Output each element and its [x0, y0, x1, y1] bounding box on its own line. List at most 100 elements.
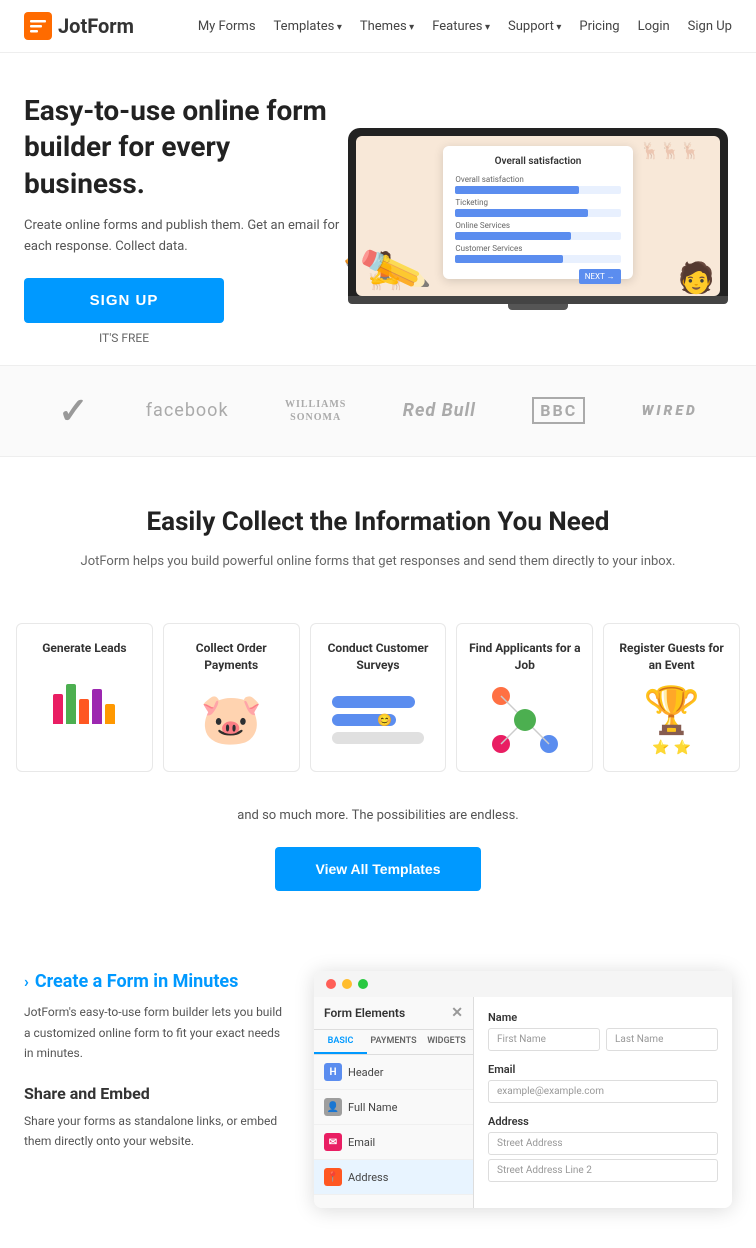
fb-dot-green [358, 979, 368, 989]
nav-login[interactable]: Login [638, 19, 670, 34]
nav-support[interactable]: Support [508, 19, 561, 34]
info-section: Easily Collect the Information You Need … [0, 457, 756, 603]
create-form-desc: JotForm's easy-to-use form builder lets … [24, 1002, 284, 1063]
card-title-guests: Register Guests for an Event [614, 640, 729, 674]
nav-signup[interactable]: Sign Up [688, 19, 732, 34]
card-img-guests: 🏆 ⭐ ⭐ [614, 685, 729, 755]
fb-field-email: Email example@example.com [488, 1063, 718, 1103]
fb-tab-basic[interactable]: BASIC [314, 1030, 367, 1054]
more-text: and so much more. The possibilities are … [0, 792, 756, 839]
fb-item-header[interactable]: H Header [314, 1055, 473, 1090]
navbar: JotForm My Forms Templates Themes Featur… [0, 0, 756, 53]
brands-section: ✓ facebook WILLIAMSSONOMA Red Bull BBC W… [0, 365, 756, 457]
survey-row-4-label: Customer Services [455, 244, 620, 253]
fb-item-header-icon: H [324, 1063, 342, 1081]
nav-pricing[interactable]: Pricing [579, 19, 619, 34]
brand-wired: WIRED [642, 403, 698, 419]
hero-subtext: Create online forms and publish them. Ge… [24, 216, 344, 258]
form-builder-mockup: Form Elements ✕ BASIC PAYMENTS WIDGETS H… [314, 971, 732, 1208]
fb-main-area: Name First Name Last Name Email example@… [474, 997, 732, 1208]
hero-right: 📊 🔴 🥧 🦌🦌🦌 🦌🦌 Overall satisfaction Overal… [344, 128, 732, 310]
card-title-applicants: Find Applicants for a Job [467, 640, 582, 674]
fb-input-email[interactable]: example@example.com [488, 1080, 718, 1103]
share-embed-heading: Share and Embed [24, 1084, 284, 1103]
its-free-label: IT'S FREE [24, 331, 224, 345]
card-title-surveys: Conduct Customer Surveys [321, 640, 436, 674]
bottom-section: › Create a Form in Minutes JotForm's eas… [0, 931, 756, 1248]
person-standing-icon: 🧑 [678, 261, 715, 296]
fb-item-fullname[interactable]: 👤 Full Name [314, 1090, 473, 1125]
brand-redbull: Red Bull [403, 400, 476, 421]
info-subtext: JotForm helps you build powerful online … [40, 551, 716, 573]
fb-titlebar [314, 971, 732, 997]
fb-label-email: Email [488, 1063, 718, 1076]
nav-my-forms[interactable]: My Forms [198, 19, 256, 34]
fb-dot-red [326, 979, 336, 989]
fb-sidebar: Form Elements ✕ BASIC PAYMENTS WIDGETS H… [314, 997, 474, 1208]
fb-field-name: Name First Name Last Name [488, 1011, 718, 1051]
nav-themes[interactable]: Themes [360, 19, 414, 34]
card-title-payments: Collect Order Payments [174, 640, 289, 674]
survey-row-3-label: Online Services [455, 221, 620, 230]
survey-form-title: Overall satisfaction [455, 156, 620, 167]
fb-item-address-icon: 📍 [324, 1168, 342, 1186]
brand-nike: ✓ [58, 390, 89, 432]
survey-row-2-label: Ticketing [455, 198, 620, 207]
fb-tab-payments[interactable]: PAYMENTS [367, 1030, 420, 1054]
fb-tabs: BASIC PAYMENTS WIDGETS [314, 1030, 473, 1055]
fb-input-firstname[interactable]: First Name [488, 1028, 600, 1051]
card-img-leads [27, 669, 142, 739]
card-title-leads: Generate Leads [27, 640, 142, 657]
view-all-wrap: View All Templates [0, 839, 756, 931]
create-form-title-text: Create a Form in Minutes [35, 971, 239, 992]
create-form-heading: › Create a Form in Minutes [24, 971, 284, 992]
fb-item-address-label: Address [348, 1171, 388, 1184]
card-img-payments: 🐷 [174, 685, 289, 755]
survey-row-1-label: Overall satisfaction [455, 175, 620, 184]
bottom-right: Form Elements ✕ BASIC PAYMENTS WIDGETS H… [314, 971, 732, 1208]
logo-icon [24, 12, 52, 40]
card-register-guests[interactable]: Register Guests for an Event 🏆 ⭐ ⭐ [603, 623, 740, 773]
logo[interactable]: JotForm [24, 12, 134, 40]
fb-item-fullname-label: Full Name [348, 1101, 397, 1114]
survey-form-mockup: Overall satisfaction Overall satisfactio… [443, 146, 632, 279]
share-embed-desc: Share your forms as standalone links, or… [24, 1111, 284, 1152]
card-customer-surveys[interactable]: Conduct Customer Surveys 😊 [310, 623, 447, 773]
fb-body: Form Elements ✕ BASIC PAYMENTS WIDGETS H… [314, 997, 732, 1208]
nav-templates[interactable]: Templates [274, 19, 342, 34]
card-img-applicants [467, 685, 582, 755]
fb-title-text: Form Elements [324, 1006, 405, 1020]
fb-item-email[interactable]: ✉ Email [314, 1125, 473, 1160]
brand-bbc: BBC [532, 397, 585, 424]
nav-features[interactable]: Features [432, 19, 490, 34]
chevron-right-icon: › [24, 972, 29, 991]
more-text-content: and so much more. The possibilities are … [237, 808, 518, 823]
survey-next-btn[interactable]: NEXT → [579, 269, 621, 284]
card-generate-leads[interactable]: Generate Leads [16, 623, 153, 773]
fb-item-address[interactable]: 📍 Address [314, 1160, 473, 1195]
fb-input-street2[interactable]: Street Address Line 2 [488, 1159, 718, 1182]
hero-section: Easy-to-use online form builder for ever… [0, 53, 756, 365]
fb-input-street[interactable]: Street Address [488, 1132, 718, 1155]
card-order-payments[interactable]: Collect Order Payments 🐷 [163, 623, 300, 773]
fb-dot-yellow [342, 979, 352, 989]
fb-close-button[interactable]: ✕ [451, 1005, 463, 1021]
fb-item-fullname-icon: 👤 [324, 1098, 342, 1116]
fb-name-inputs: First Name Last Name [488, 1028, 718, 1051]
brand-facebook: facebook [146, 400, 229, 421]
fb-label-name: Name [488, 1011, 718, 1024]
brand-williams-sonoma: WILLIAMSSONOMA [285, 398, 346, 424]
card-img-surveys: 😊 [321, 685, 436, 755]
hero-left: Easy-to-use online form builder for ever… [24, 93, 344, 345]
logo-text: JotForm [58, 14, 134, 38]
hero-heading: Easy-to-use online form builder for ever… [24, 93, 344, 202]
fb-input-lastname[interactable]: Last Name [606, 1028, 718, 1051]
card-find-applicants[interactable]: Find Applicants for a Job [456, 623, 593, 773]
view-all-button[interactable]: View All Templates [275, 847, 480, 891]
fb-tab-widgets[interactable]: WIDGETS [420, 1030, 473, 1054]
fb-item-email-label: Email [348, 1136, 375, 1149]
signup-button[interactable]: SIGN UP [24, 278, 224, 323]
info-heading: Easily Collect the Information You Need [40, 507, 716, 537]
fb-item-header-label: Header [348, 1066, 383, 1079]
cards-row: Generate Leads Collect Order Payments 🐷 … [0, 603, 756, 793]
